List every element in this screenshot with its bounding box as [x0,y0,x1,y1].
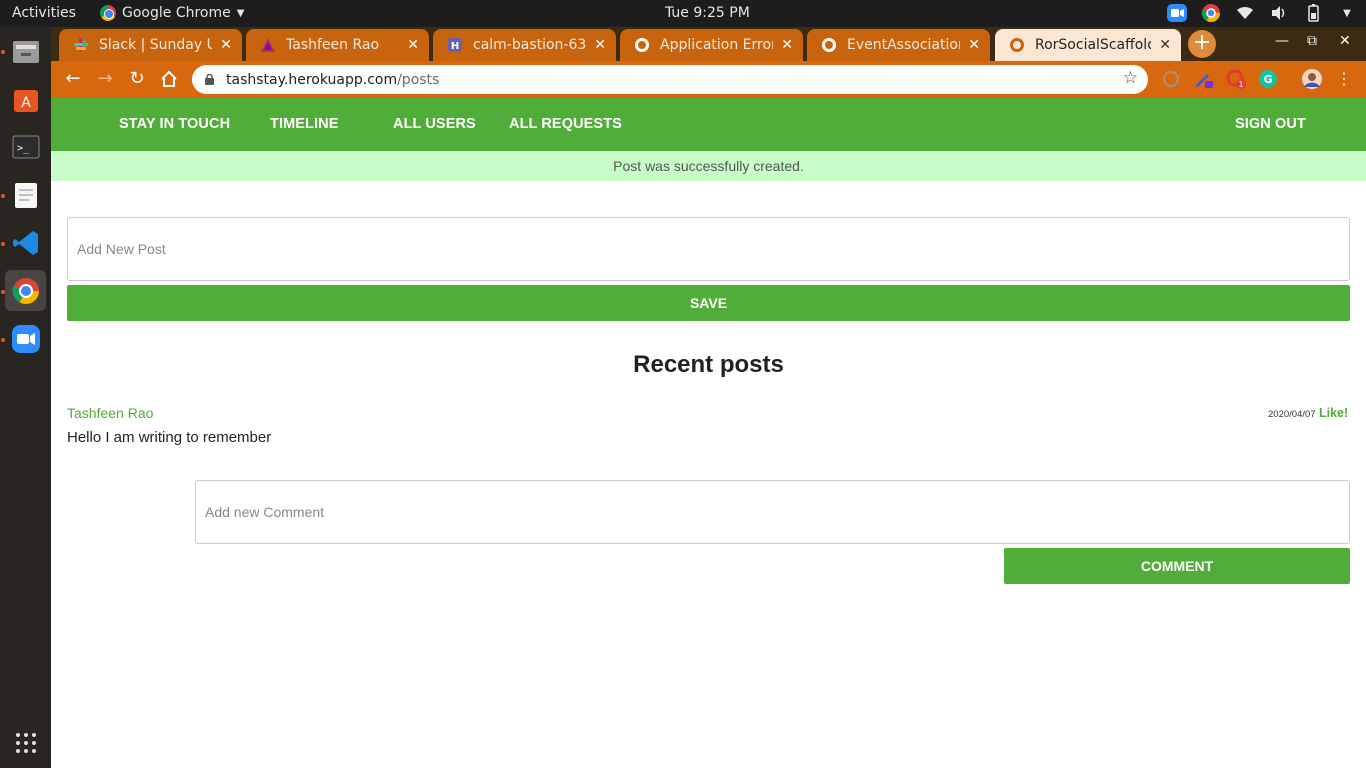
tab-title: EventAssociation [847,37,961,53]
browser-toolbar: ← → ↻ tashstay.herokuapp.com/posts ☆ 1 G… [51,61,1366,98]
like-link[interactable]: Like! [1319,406,1348,420]
chevron-down-icon[interactable]: ▼ [1336,2,1358,24]
battery-icon[interactable] [1302,2,1324,24]
globe-icon [821,37,837,53]
close-tab-icon[interactable]: ✕ [407,37,419,53]
minimize-window-icon[interactable]: — [1275,33,1289,49]
chrome-dock-icon[interactable] [5,270,46,311]
svg-text:G: G [1263,73,1272,86]
files-icon[interactable] [5,31,46,72]
post-author-link[interactable]: Tashfeen Rao [67,405,153,421]
close-tab-icon[interactable]: ✕ [220,37,232,53]
home-icon[interactable] [157,68,181,92]
app-menu[interactable]: Google Chrome ▼ [100,5,244,21]
tab-title: RorSocialScaffold [1035,37,1152,53]
app-navbar: STAY IN TOUCH TIMELINE ALL USERS ALL REQ… [51,98,1366,151]
show-applications-icon[interactable] [5,722,46,763]
nav-brand[interactable]: STAY IN TOUCH [119,116,230,132]
close-tab-icon[interactable]: ✕ [1159,37,1171,53]
volume-icon[interactable] [1268,2,1290,24]
recent-posts-heading: Recent posts [633,351,784,378]
extension-badge-icon[interactable]: 1 [1225,68,1247,90]
nav-sign-out[interactable]: SIGN OUT [1235,116,1306,132]
globe-icon [1009,37,1025,53]
post-date: 2020/04/07 [1268,409,1316,420]
activities-button[interactable]: Activities [12,5,76,21]
software-center-icon[interactable]: A [5,78,46,119]
app-menu-label: Google Chrome [122,5,231,21]
chevron-down-icon: ▼ [236,7,245,19]
zoom-icon[interactable] [1166,2,1188,24]
url-host: tashstay.herokuapp.com [226,71,398,88]
chrome-icon [100,5,116,21]
flash-notice: Post was successfully created. [51,151,1366,181]
chrome-tray-icon[interactable] [1200,2,1222,24]
close-tab-icon[interactable]: ✕ [968,37,980,53]
triangle-logo-icon [260,37,276,53]
tab-event-association[interactable]: EventAssociation ✕ [807,29,990,61]
extension-eyedropper-icon[interactable] [1193,68,1215,90]
forward-arrow-icon[interactable]: → [93,68,117,92]
svg-text:A: A [21,95,31,111]
tab-title: Tashfeen Rao [286,37,380,53]
tab-tashfeen-rao[interactable]: Tashfeen Rao ✕ [246,29,429,61]
comment-button[interactable]: COMMENT [1004,548,1350,584]
tab-title: Slack | Sunday Uch [99,37,213,53]
nav-timeline[interactable]: TIMELINE [270,116,338,132]
nav-all-users[interactable]: ALL USERS [393,116,476,132]
save-button[interactable]: SAVE [67,285,1350,321]
close-tab-icon[interactable]: ✕ [781,37,793,53]
globe-icon [634,37,650,53]
tab-ror-social-scaffold[interactable]: RorSocialScaffold ✕ [995,29,1181,61]
back-arrow-icon[interactable]: ← [61,68,85,92]
tab-title: calm-bastion-637 [473,37,587,53]
dock: A >_ [0,27,51,768]
tab-title: Application Error [660,37,774,53]
menu-kebab-icon[interactable]: ⋮ [1333,68,1355,90]
post-content: Hello I am writing to remember [67,429,272,446]
nav-all-requests[interactable]: ALL REQUESTS [509,116,622,132]
new-tab-button[interactable]: + [1188,30,1216,58]
close-window-icon[interactable]: ✕ [1339,33,1351,49]
vscode-icon[interactable] [5,222,46,263]
wifi-icon[interactable] [1234,2,1256,24]
url-path: /posts [397,71,440,88]
close-tab-icon[interactable]: ✕ [594,37,606,53]
web-page: STAY IN TOUCH TIMELINE ALL USERS ALL REQ… [51,98,1366,768]
lock-icon[interactable] [205,73,214,85]
svg-text:1: 1 [1238,80,1243,89]
svg-text:>_: >_ [17,143,30,154]
maximize-window-icon[interactable]: ⧉ [1307,33,1317,49]
tab-calm-bastion[interactable]: H calm-bastion-637 ✕ [433,29,616,61]
grammarly-icon[interactable]: G [1257,68,1279,90]
bookmark-star-icon[interactable]: ☆ [1123,68,1138,88]
reload-icon[interactable]: ↻ [125,68,149,92]
new-post-input[interactable] [67,217,1350,281]
tab-application-error[interactable]: Application Error ✕ [620,29,803,61]
system-top-bar: Activities Google Chrome ▼ Tue 9:25 PM ▼ [0,0,1366,27]
svg-text:H: H [451,41,459,52]
terminal-icon[interactable]: >_ [5,126,46,167]
address-bar[interactable]: tashstay.herokuapp.com/posts ☆ [192,65,1148,94]
extension-refresh-icon[interactable] [1160,68,1182,90]
tab-slack[interactable]: Slack | Sunday Uch ✕ [59,29,242,61]
heroku-icon: H [447,37,463,53]
slack-icon [73,37,89,53]
profile-avatar[interactable] [1301,68,1323,90]
clock[interactable]: Tue 9:25 PM [665,5,750,21]
comment-input[interactable] [195,480,1350,544]
browser-tab-strip: Slack | Sunday Uch ✕ Tashfeen Rao ✕ H ca… [51,27,1366,61]
text-editor-icon[interactable] [5,174,46,215]
system-tray[interactable]: ▼ [1166,2,1358,24]
zoom-dock-icon[interactable] [5,318,46,359]
